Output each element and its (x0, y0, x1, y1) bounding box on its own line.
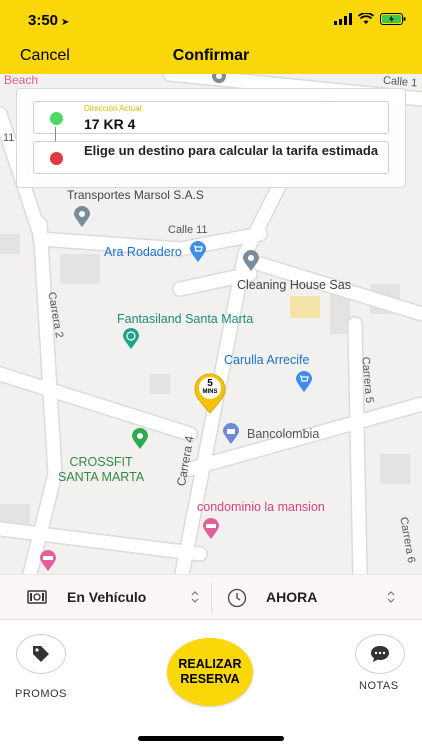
nav-row: Cancel Confirmar (0, 40, 422, 74)
chat-bubble-icon (371, 646, 389, 662)
destination-dot-icon (50, 152, 63, 165)
current-address-label: Dirección Actual (84, 104, 142, 113)
status-bar: 3:50 ➤ (0, 0, 422, 40)
vehicle-value: En Vehículo (67, 589, 147, 605)
eta-pin: 5 MINS (192, 373, 228, 415)
notes-label: NOTAS (359, 680, 399, 692)
poi-condominio-label[interactable]: condominio la mansion (197, 500, 325, 514)
poi-bancolombia[interactable]: Bancolombia (221, 423, 319, 445)
promos-button[interactable] (16, 634, 66, 674)
grey-pin-icon (243, 250, 259, 271)
lodging-pin-icon (203, 518, 219, 539)
chevron-updown-icon (387, 591, 395, 603)
status-time-text: 3:50 (28, 12, 59, 29)
beach-label: Beach (4, 74, 39, 87)
page-title: Confirmar (172, 47, 250, 64)
poi-ara[interactable]: Ara Rodadero (104, 241, 208, 263)
signal-icon (334, 13, 352, 25)
current-address-field[interactable]: Dirección Actual 17 KR 4 (33, 101, 389, 134)
eta-value: 5 (207, 378, 213, 389)
shopping-cart-icon (296, 371, 312, 392)
poi-bancolombia-label: Bancolombia (247, 427, 320, 441)
map-marker-icon (212, 74, 226, 83)
gym-pin-icon (132, 428, 148, 449)
promos-label: PROMOS (15, 688, 67, 700)
header-bar: 3:50 ➤ Cancel Confirmar (0, 0, 422, 74)
chevron-updown-icon (191, 591, 199, 603)
options-row: En Vehículo AHORA (0, 574, 422, 620)
poi-fantasiland-label[interactable]: Fantasiland Santa Marta (117, 312, 253, 326)
destination-prompt: Elige un destino para calcular la tarifa… (84, 143, 379, 158)
poi-carulla-label[interactable]: Carulla Arrecife (224, 353, 309, 367)
eta-unit: MINS (202, 389, 218, 395)
address-card: Dirección Actual 17 KR 4 Elige un destin… (16, 88, 406, 188)
app-screen: 3:50 ➤ Cancel Confirmar Beach Calle 1 11… (0, 0, 422, 750)
amusement-park-icon (123, 328, 139, 349)
home-indicator (138, 736, 284, 741)
poi-crossfit-label[interactable]: CROSSFIT SANTA MARTA (58, 455, 144, 485)
poi-cleaning-label[interactable]: Cleaning House Sas (237, 278, 351, 292)
shopping-cart-icon (189, 241, 206, 262)
battery-icon (380, 13, 406, 25)
poi-transportes-label: Transportes Marsol S.A.S (67, 188, 204, 202)
origin-dot-icon (50, 112, 63, 125)
wifi-icon (358, 13, 374, 24)
poi-ara-label: Ara Rodadero (104, 245, 182, 259)
status-icons (334, 13, 406, 25)
time-selector[interactable]: AHORA (212, 575, 422, 621)
current-address-value: 17 KR 4 (84, 116, 136, 132)
bottom-actions: PROMOS REALIZAR RESERVA NOTAS (0, 620, 422, 750)
destination-field[interactable]: Elige un destino para calcular la tarifa… (33, 141, 389, 174)
status-time: 3:50 ➤ (28, 12, 69, 29)
money-icon (27, 590, 47, 604)
time-value: AHORA (266, 589, 318, 605)
location-arrow-icon: ➤ (61, 17, 70, 28)
reserve-button[interactable]: REALIZAR RESERVA (167, 638, 253, 706)
poi-transportes[interactable]: Transportes Marsol S.A.S (67, 188, 204, 202)
tag-icon (33, 646, 49, 662)
street-label-calle11: Calle 11 (168, 224, 208, 236)
grey-pin-icon (74, 206, 90, 227)
clock-icon (227, 588, 247, 608)
street-label-11: 11 (3, 132, 15, 144)
notes-button[interactable] (355, 634, 405, 674)
vehicle-selector[interactable]: En Vehículo (0, 575, 211, 621)
bank-icon (223, 423, 239, 444)
lodging-pin-icon (40, 550, 56, 571)
reserve-label: REALIZAR RESERVA (178, 657, 242, 686)
